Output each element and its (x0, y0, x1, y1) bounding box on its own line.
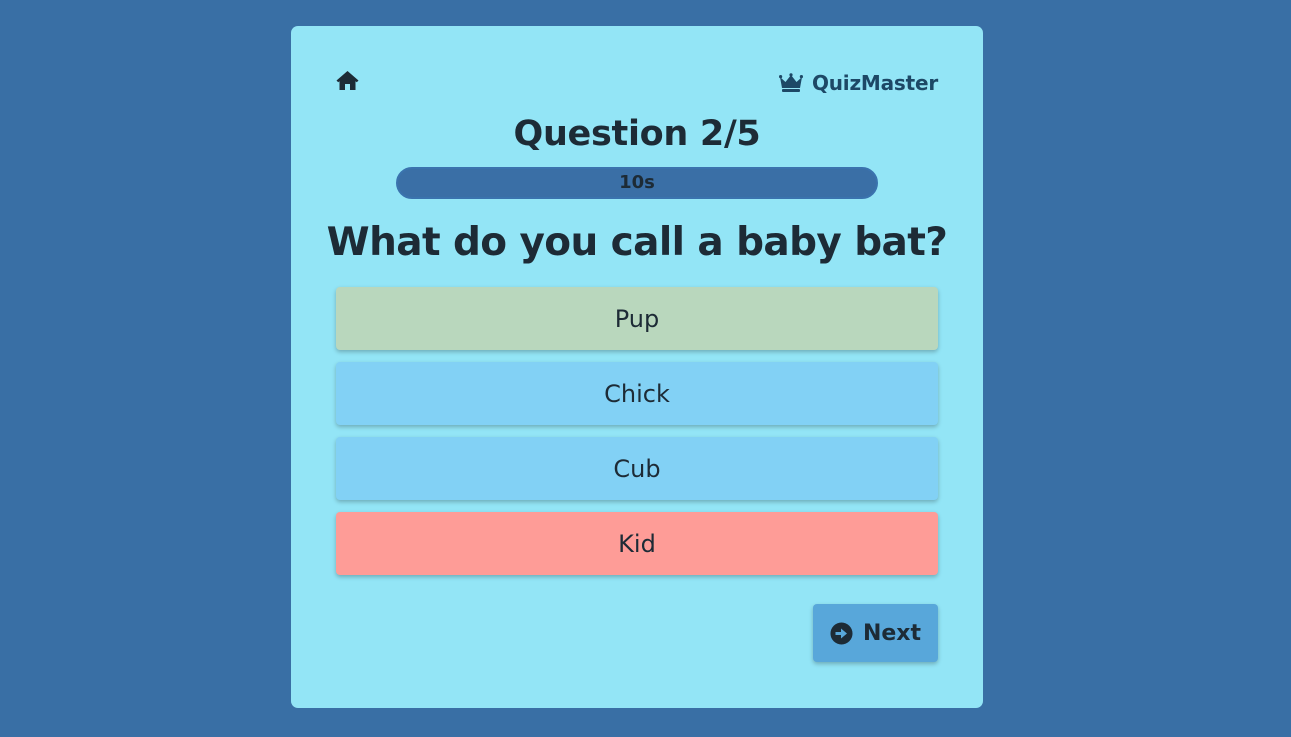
answer-option-incorrect[interactable]: Kid (336, 512, 938, 575)
timer-label: 10s (619, 172, 655, 193)
timer-bar: 10s (396, 167, 878, 199)
quiz-card: QuizMaster Question 2/5 10s What do you … (291, 26, 983, 708)
next-button[interactable]: Next (813, 604, 938, 662)
crown-icon (778, 73, 803, 93)
answer-option[interactable]: Chick (336, 362, 938, 425)
question-text: What do you call a baby bat? (326, 220, 948, 265)
answer-label: Cub (613, 454, 661, 483)
brand: QuizMaster (778, 70, 938, 96)
question-counter: Question 2/5 (513, 114, 761, 154)
answer-label: Pup (614, 304, 660, 333)
answer-label: Chick (604, 379, 670, 408)
next-label: Next (862, 620, 922, 646)
answer-option[interactable]: Cub (336, 437, 938, 500)
home-icon[interactable] (335, 69, 360, 93)
arrow-circle-right-icon (830, 622, 853, 645)
answer-option-correct[interactable]: Pup (336, 287, 938, 350)
brand-name: QuizMaster (811, 71, 938, 95)
answer-label: Kid (618, 529, 656, 558)
